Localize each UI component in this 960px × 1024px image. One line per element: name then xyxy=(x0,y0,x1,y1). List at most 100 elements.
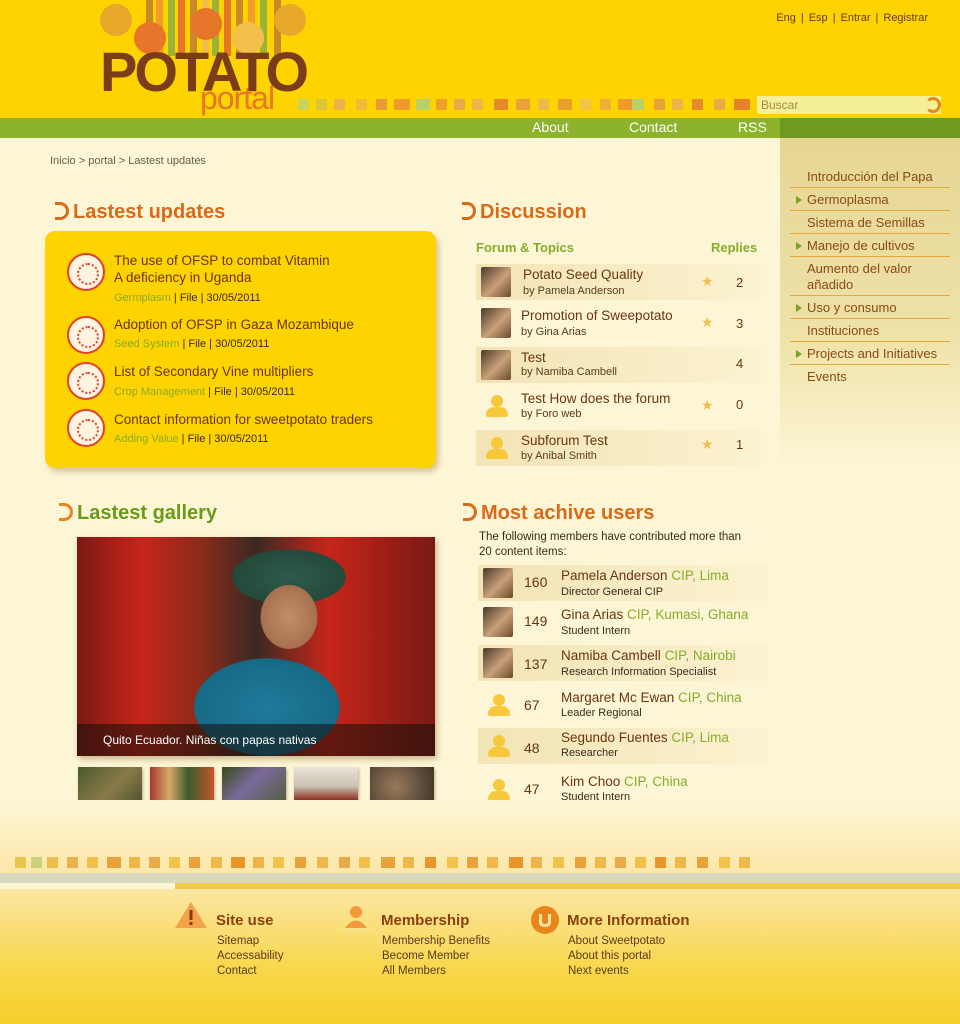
update-title[interactable]: The use of OFSP to combat Vitamin A defi… xyxy=(114,252,334,286)
user-role: Director General CIP xyxy=(561,586,664,598)
user-name[interactable]: Gina Arias CIP, Kumasi, Ghana xyxy=(561,607,748,622)
user-name[interactable]: Kim Choo CIP, China xyxy=(561,774,688,789)
search-input[interactable]: Buscar xyxy=(757,96,941,114)
sidebar-item-introduccion[interactable]: Introducción del Papa xyxy=(790,169,950,188)
active-users-title: Most achive users xyxy=(463,502,654,525)
discussion-row[interactable]: Test How does the forum by Foro web ★ 0 xyxy=(476,388,761,424)
footer-link-contact[interactable]: Contact xyxy=(217,965,257,977)
update-category[interactable]: Germplasm xyxy=(114,292,171,304)
user-score: 137 xyxy=(524,656,548,672)
user-row[interactable]: 48 Segundo Fuentes CIP, Lima Researcher xyxy=(478,728,768,764)
login-link[interactable]: Entrar xyxy=(841,12,871,24)
user-name[interactable]: Margaret Mc Ewan CIP, China xyxy=(561,690,742,705)
avatar[interactable] xyxy=(481,308,511,338)
update-title[interactable]: Contact information for sweetpotato trad… xyxy=(114,411,424,428)
latest-updates-panel: The use of OFSP to combat Vitamin A defi… xyxy=(45,231,436,468)
user-row[interactable]: 160 Pamela Anderson CIP, Lima Director G… xyxy=(478,565,768,601)
footer: Site use Sitemap Accessability Contact M… xyxy=(0,889,960,1024)
update-thumbnail-icon[interactable] xyxy=(67,409,105,447)
default-avatar-icon[interactable] xyxy=(484,731,514,761)
star-icon[interactable]: ★ xyxy=(701,436,714,453)
sidebar-item-semillas[interactable]: Sistema de Semillas xyxy=(790,215,950,234)
update-title[interactable]: List of Secondary Vine multipliers xyxy=(114,363,414,380)
discussion-row[interactable]: Subforum Test by Anibal Smith ★ 1 xyxy=(476,430,761,466)
user-role: Research Information Specialist xyxy=(561,666,717,678)
nav-contact[interactable]: Contact xyxy=(629,119,677,135)
nav-dark-segment xyxy=(780,118,960,138)
star-icon[interactable]: ★ xyxy=(701,314,714,331)
star-icon[interactable]: ★ xyxy=(701,397,714,414)
update-thumbnail-icon[interactable] xyxy=(67,253,105,291)
user-name[interactable]: Namiba Cambell CIP, Nairobi xyxy=(561,648,736,663)
default-avatar-icon[interactable] xyxy=(484,690,514,720)
discussion-author: by Gina Arias xyxy=(521,326,587,338)
update-thumbnail-icon[interactable] xyxy=(67,362,105,400)
discussion-topic-title[interactable]: Test xyxy=(521,350,546,365)
logo-portal-word[interactable]: portal xyxy=(200,82,275,114)
footer-link-next-events[interactable]: Next events xyxy=(568,965,629,977)
user-row[interactable]: 137 Namiba Cambell CIP, Nairobi Research… xyxy=(478,645,768,681)
search-icon[interactable] xyxy=(925,97,941,113)
discussion-author: by Foro web xyxy=(521,408,582,420)
footer-fade xyxy=(0,800,960,880)
sidebar-item-uso[interactable]: Uso y consumo xyxy=(790,300,950,319)
avatar[interactable] xyxy=(483,568,513,598)
star-icon[interactable]: ★ xyxy=(701,273,714,290)
discussion-topic-title[interactable]: Promotion of Sweepotato xyxy=(521,308,673,323)
sidebar-item-projects[interactable]: Projects and Initiatives xyxy=(790,346,950,365)
discussion-row[interactable]: Potato Seed Quality by Pamela Anderson ★… xyxy=(476,264,761,300)
discussion-title: Discussion xyxy=(462,201,587,224)
discussion-topic-title[interactable]: Potato Seed Quality xyxy=(523,267,643,282)
user-org: CIP, Kumasi, Ghana xyxy=(627,607,749,622)
user-score: 149 xyxy=(524,613,548,629)
sidebar-item-germoplasma[interactable]: Germoplasma xyxy=(790,192,950,211)
register-link[interactable]: Registrar xyxy=(883,12,928,24)
lang-esp-link[interactable]: Esp xyxy=(809,12,828,24)
gallery-main-image[interactable]: Quito Ecuador. Niñas con papas nativas xyxy=(77,537,435,756)
user-row[interactable]: 67 Margaret Mc Ewan CIP, China Leader Re… xyxy=(478,687,768,723)
footer-link-about-portal[interactable]: About this portal xyxy=(568,950,651,962)
update-category[interactable]: Seed System xyxy=(114,338,179,350)
discussion-row[interactable]: Test by Namiba Cambell 4 xyxy=(476,347,761,383)
sidebar-item-events[interactable]: Events xyxy=(790,369,950,388)
update-category[interactable]: Adding Value xyxy=(114,433,179,445)
footer-link-sitemap[interactable]: Sitemap xyxy=(217,935,259,947)
active-users-intro: The following members have contributed m… xyxy=(479,531,742,558)
nav-about[interactable]: About xyxy=(532,119,569,135)
avatar[interactable] xyxy=(481,350,511,380)
user-score: 47 xyxy=(524,781,540,797)
default-avatar-icon[interactable] xyxy=(482,391,512,421)
update-title[interactable]: Adoption of OFSP in Gaza Mozambique xyxy=(114,316,414,333)
gallery-caption: Quito Ecuador. Niñas con papas nativas xyxy=(77,724,435,756)
arrow-right-icon xyxy=(796,242,802,250)
footer-link-all-members[interactable]: All Members xyxy=(382,965,446,977)
update-category[interactable]: Crop Management xyxy=(114,386,205,398)
footer-link-accessability[interactable]: Accessability xyxy=(217,950,283,962)
lang-eng-link[interactable]: Eng xyxy=(776,12,796,24)
user-name[interactable]: Segundo Fuentes CIP, Lima xyxy=(561,730,729,745)
nav-rss[interactable]: RSS xyxy=(738,119,767,135)
user-score: 160 xyxy=(524,574,548,590)
avatar[interactable] xyxy=(483,648,513,678)
sidebar-item-valor[interactable]: Aumento del valor añadido xyxy=(790,261,950,296)
avatar[interactable] xyxy=(481,267,511,297)
discussion-topic-title[interactable]: Test How does the forum xyxy=(521,391,670,406)
footer-link-about-sweetpotato[interactable]: About Sweetpotato xyxy=(568,935,665,947)
user-name[interactable]: Pamela Anderson CIP, Lima xyxy=(561,568,729,583)
breadcrumb[interactable]: Inicio > portal > Lastest updates xyxy=(50,155,206,167)
footer-more-info-title: More Information xyxy=(567,912,690,929)
sidebar-item-manejo[interactable]: Manejo de cultivos xyxy=(790,238,950,257)
footer-link-membership-benefits[interactable]: Membership Benefits xyxy=(382,935,490,947)
avatar[interactable] xyxy=(483,607,513,637)
sidebar-item-instituciones[interactable]: Instituciones xyxy=(790,323,950,342)
user-org: CIP, Lima xyxy=(671,730,729,745)
discussion-row[interactable]: Promotion of Sweepotato by Gina Arias ★ … xyxy=(476,305,761,341)
update-thumbnail-icon[interactable] xyxy=(67,316,105,354)
user-org: CIP, Nairobi xyxy=(664,648,736,663)
discussion-replies-count: 0 xyxy=(736,397,744,412)
main-nav: About Contact RSS xyxy=(0,118,960,138)
user-row[interactable]: 149 Gina Arias CIP, Kumasi, Ghana Studen… xyxy=(478,604,768,640)
default-avatar-icon[interactable] xyxy=(482,433,512,463)
footer-link-become-member[interactable]: Become Member xyxy=(382,950,470,962)
discussion-topic-title[interactable]: Subforum Test xyxy=(521,433,608,448)
